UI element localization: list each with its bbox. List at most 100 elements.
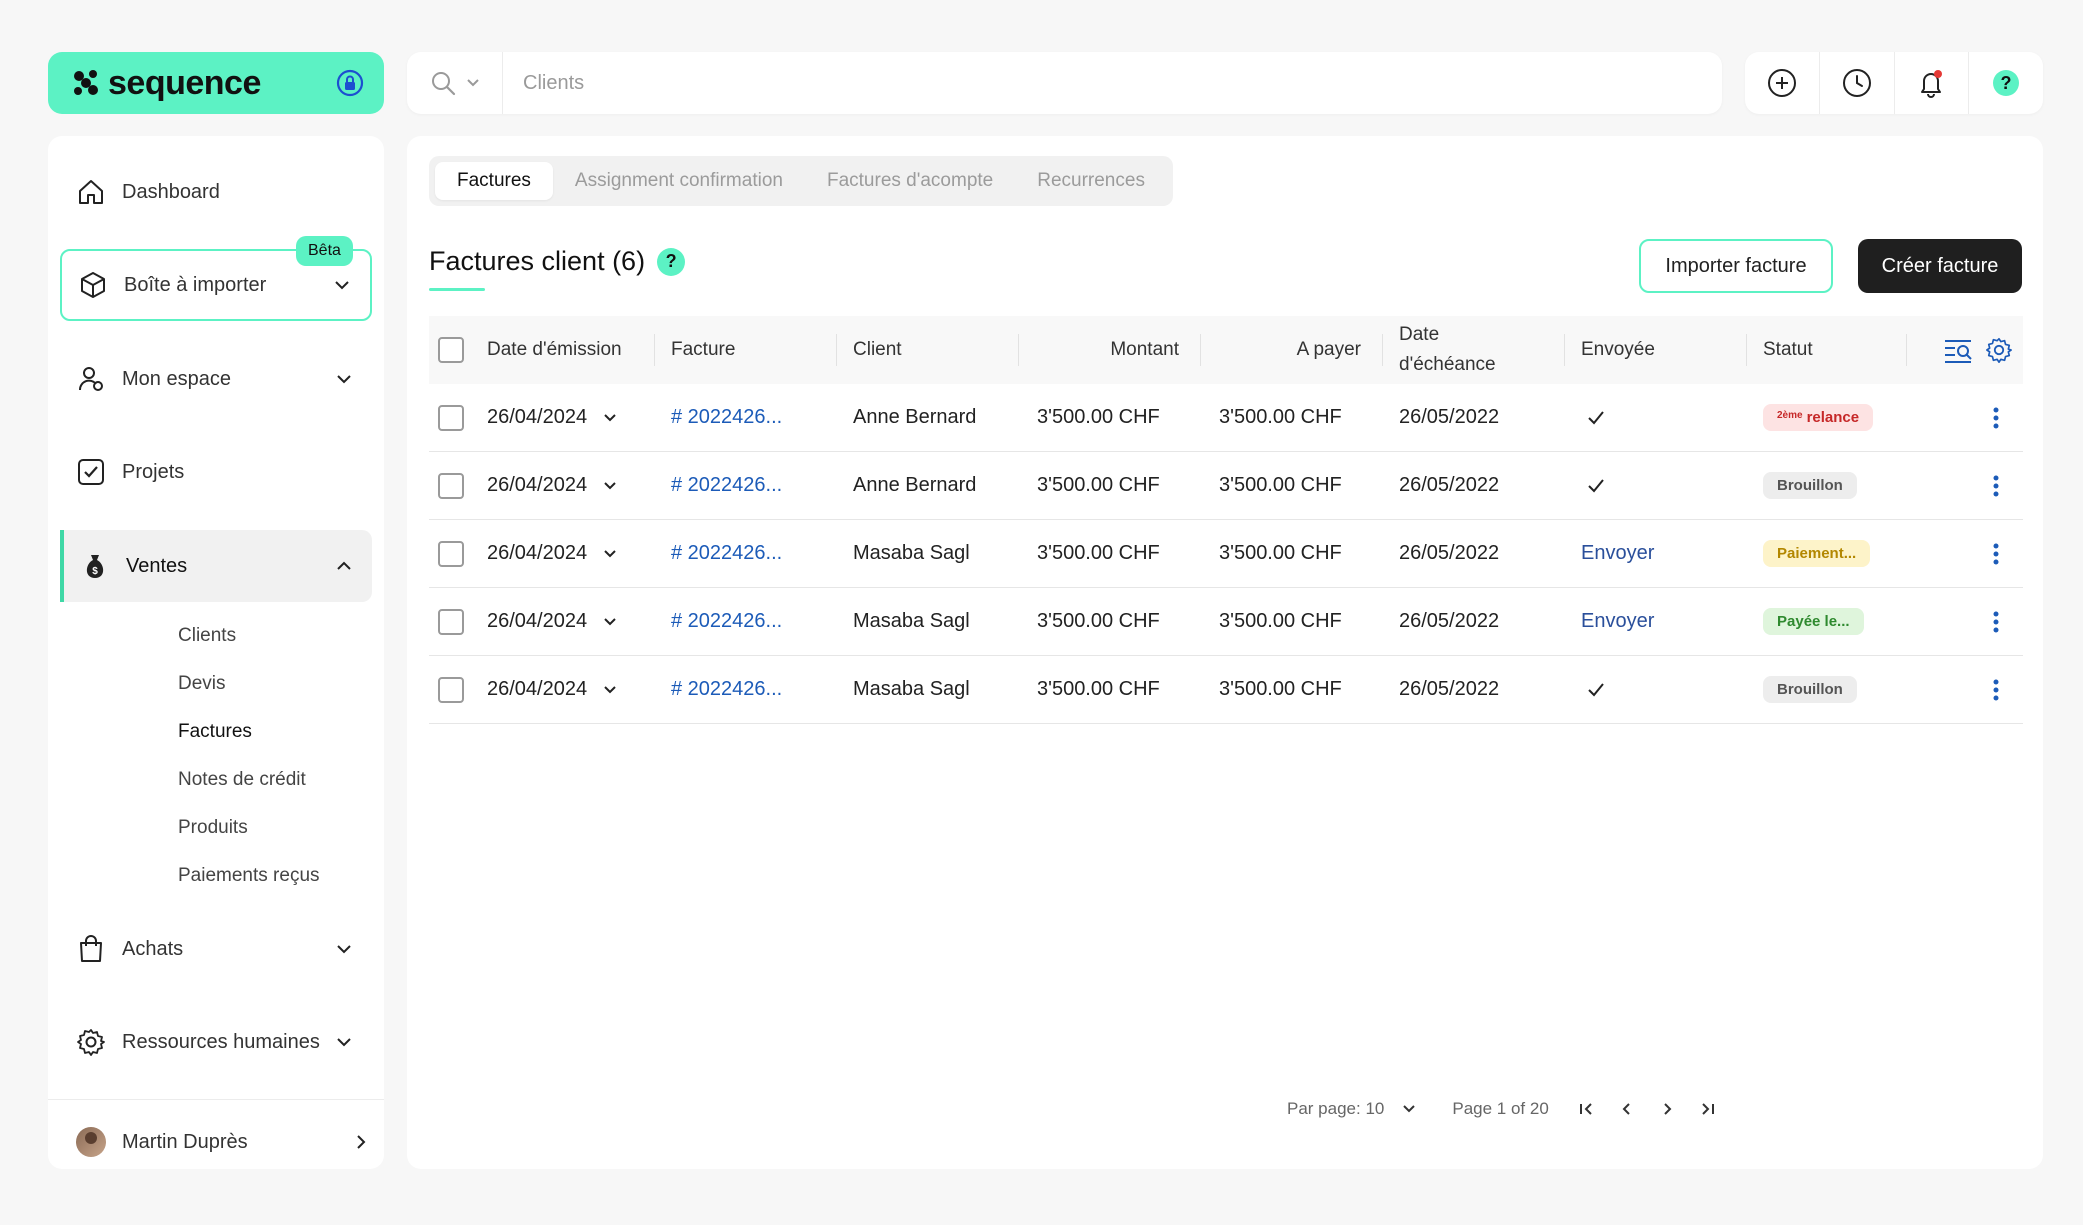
cell-sent: Envoyer — [1565, 520, 1747, 587]
first-page-button[interactable] — [1567, 1102, 1607, 1116]
date-value: 26/04/2024 — [487, 474, 588, 496]
filter-search-icon[interactable] — [1943, 335, 1973, 365]
user-profile[interactable]: Martin Duprès — [76, 1116, 366, 1168]
page-indicator: Page 1 of 20 — [1452, 1099, 1549, 1118]
status-badge-label: Payée le... — [1777, 613, 1850, 630]
tab-invoices[interactable]: Factures — [435, 162, 553, 200]
date-selector[interactable]: 26/04/2024 — [487, 474, 617, 497]
chevron-up-icon — [336, 561, 352, 571]
checkmark-icon — [1581, 478, 1605, 494]
tab-recurrences[interactable]: Recurrences — [1015, 162, 1167, 200]
tab-assignment-confirmation[interactable]: Assignment confirmation — [553, 162, 805, 200]
sidebar-item-label: Boîte à importer — [124, 273, 267, 296]
gear-icon — [76, 1027, 106, 1057]
cell-due-date: 26/05/2022 — [1399, 474, 1500, 496]
header-status[interactable]: Statut — [1747, 316, 1907, 384]
search-icon — [430, 70, 456, 96]
history-button[interactable] — [1820, 52, 1895, 114]
import-invoice-button[interactable]: Importer facture — [1639, 239, 1833, 293]
status-badge-label: Brouillon — [1777, 477, 1843, 494]
sidebar-divider — [48, 1099, 384, 1100]
brand-logo[interactable]: sequence — [48, 52, 384, 114]
more-options-icon[interactable] — [1993, 407, 1999, 429]
search-scope-selector[interactable] — [407, 52, 503, 114]
last-page-button[interactable] — [1687, 1102, 1727, 1116]
invoice-link[interactable]: # 2022426... — [671, 678, 782, 701]
beta-badge: Bêta — [296, 236, 353, 266]
prev-page-button[interactable] — [1607, 1102, 1647, 1116]
header-client[interactable]: Client — [837, 316, 1019, 384]
chevron-right-icon — [356, 1134, 366, 1150]
cell-status: Payée le... — [1747, 588, 1907, 655]
per-page-selector[interactable]: Par page: 10 — [1287, 1099, 1416, 1119]
date-selector[interactable]: 26/04/2024 — [487, 610, 617, 633]
invoice-link[interactable]: # 2022426... — [671, 610, 782, 633]
send-link[interactable]: Envoyer — [1581, 610, 1654, 633]
header-sent[interactable]: Envoyée — [1565, 316, 1747, 384]
status-badge-label: Paiement... — [1777, 545, 1857, 562]
lock-icon[interactable] — [336, 69, 364, 97]
date-selector[interactable]: 26/04/2024 — [487, 678, 617, 701]
status-badge: Brouillon — [1763, 472, 1857, 499]
sidebar-item-hr[interactable]: Ressources humaines — [60, 1006, 372, 1078]
sidebar-item-my-space[interactable]: Mon espace — [60, 343, 372, 415]
subnav-invoices[interactable]: Factures — [178, 721, 252, 743]
row-checkbox[interactable] — [438, 676, 464, 703]
box-icon — [78, 270, 108, 300]
gear-icon[interactable] — [1985, 336, 2013, 364]
search-input[interactable] — [503, 52, 1722, 114]
select-all-checkbox[interactable] — [438, 337, 464, 363]
invoice-link[interactable]: # 2022426... — [671, 406, 782, 429]
table-row[interactable]: 26/04/2024 # 2022426... Anne Bernard 3'500.… — [429, 384, 2023, 452]
invoice-link[interactable]: # 2022426... — [671, 542, 782, 565]
subnav-credit-notes[interactable]: Notes de crédit — [178, 769, 306, 791]
send-link[interactable]: Envoyer — [1581, 542, 1654, 565]
sidebar-item-sales[interactable]: $ Ventes — [60, 530, 372, 602]
header-invoice[interactable]: Facture — [655, 316, 837, 384]
sequence-logo-icon — [72, 69, 100, 97]
sidebar-item-purchases[interactable]: Achats — [60, 913, 372, 985]
table-row[interactable]: 26/04/2024 # 2022426... Masaba Sagl 3'500.0… — [429, 656, 2023, 724]
header-to-pay[interactable]: A payer — [1201, 316, 1383, 384]
row-checkbox[interactable] — [438, 608, 464, 635]
table-header: Date d'émission Facture Client Montant A… — [429, 316, 2023, 384]
header-due-date[interactable]: Date d'échéance — [1383, 316, 1565, 384]
header-amount[interactable]: Montant — [1019, 316, 1201, 384]
chevron-down-icon — [603, 481, 617, 491]
date-selector[interactable]: 26/04/2024 — [487, 406, 617, 429]
table-row[interactable]: 26/04/2024 # 2022426... Masaba Sagl 3'500.0… — [429, 588, 2023, 656]
create-new-button[interactable] — [1745, 52, 1820, 114]
more-options-icon[interactable] — [1993, 475, 1999, 497]
subnav-quotes[interactable]: Devis — [178, 673, 226, 695]
table-row[interactable]: 26/04/2024 # 2022426... Masaba Sagl 3'500.0… — [429, 520, 2023, 588]
help-button[interactable]: ? — [1969, 52, 2043, 114]
invoice-link[interactable]: # 2022426... — [671, 474, 782, 497]
tab-deposit-invoices[interactable]: Factures d'acompte — [805, 162, 1015, 200]
sidebar-item-projects[interactable]: Projets — [60, 436, 372, 508]
date-value: 26/04/2024 — [487, 542, 588, 564]
subnav-products[interactable]: Produits — [178, 817, 248, 839]
header-date[interactable]: Date d'émission — [473, 316, 655, 384]
create-invoice-button[interactable]: Créer facture — [1858, 239, 2022, 293]
row-checkbox[interactable] — [438, 404, 464, 431]
help-icon[interactable]: ? — [657, 247, 686, 276]
status-badge: Paiement... — [1763, 540, 1871, 567]
next-page-button[interactable] — [1647, 1102, 1687, 1116]
more-options-icon[interactable] — [1993, 543, 1999, 565]
cell-date: 26/04/2024 — [473, 520, 655, 587]
sidebar-item-dashboard[interactable]: Dashboard — [60, 156, 372, 228]
subnav-payments-received[interactable]: Paiements reçus — [178, 865, 320, 887]
table-row[interactable]: 26/04/2024 # 2022426... Anne Bernard 3'500.… — [429, 452, 2023, 520]
row-checkbox[interactable] — [438, 540, 464, 567]
more-options-icon[interactable] — [1993, 611, 1999, 633]
subnav-clients[interactable]: Clients — [178, 625, 236, 647]
checkmark-icon — [1581, 410, 1605, 426]
chevron-down-icon — [336, 1037, 352, 1047]
row-checkbox[interactable] — [438, 472, 464, 499]
more-options-icon[interactable] — [1993, 679, 1999, 701]
clock-icon — [1841, 67, 1873, 99]
notifications-button[interactable] — [1895, 52, 1970, 114]
plus-circle-icon — [1766, 67, 1798, 99]
cell-due-date: 26/05/2022 — [1399, 678, 1500, 700]
date-selector[interactable]: 26/04/2024 — [487, 542, 617, 565]
